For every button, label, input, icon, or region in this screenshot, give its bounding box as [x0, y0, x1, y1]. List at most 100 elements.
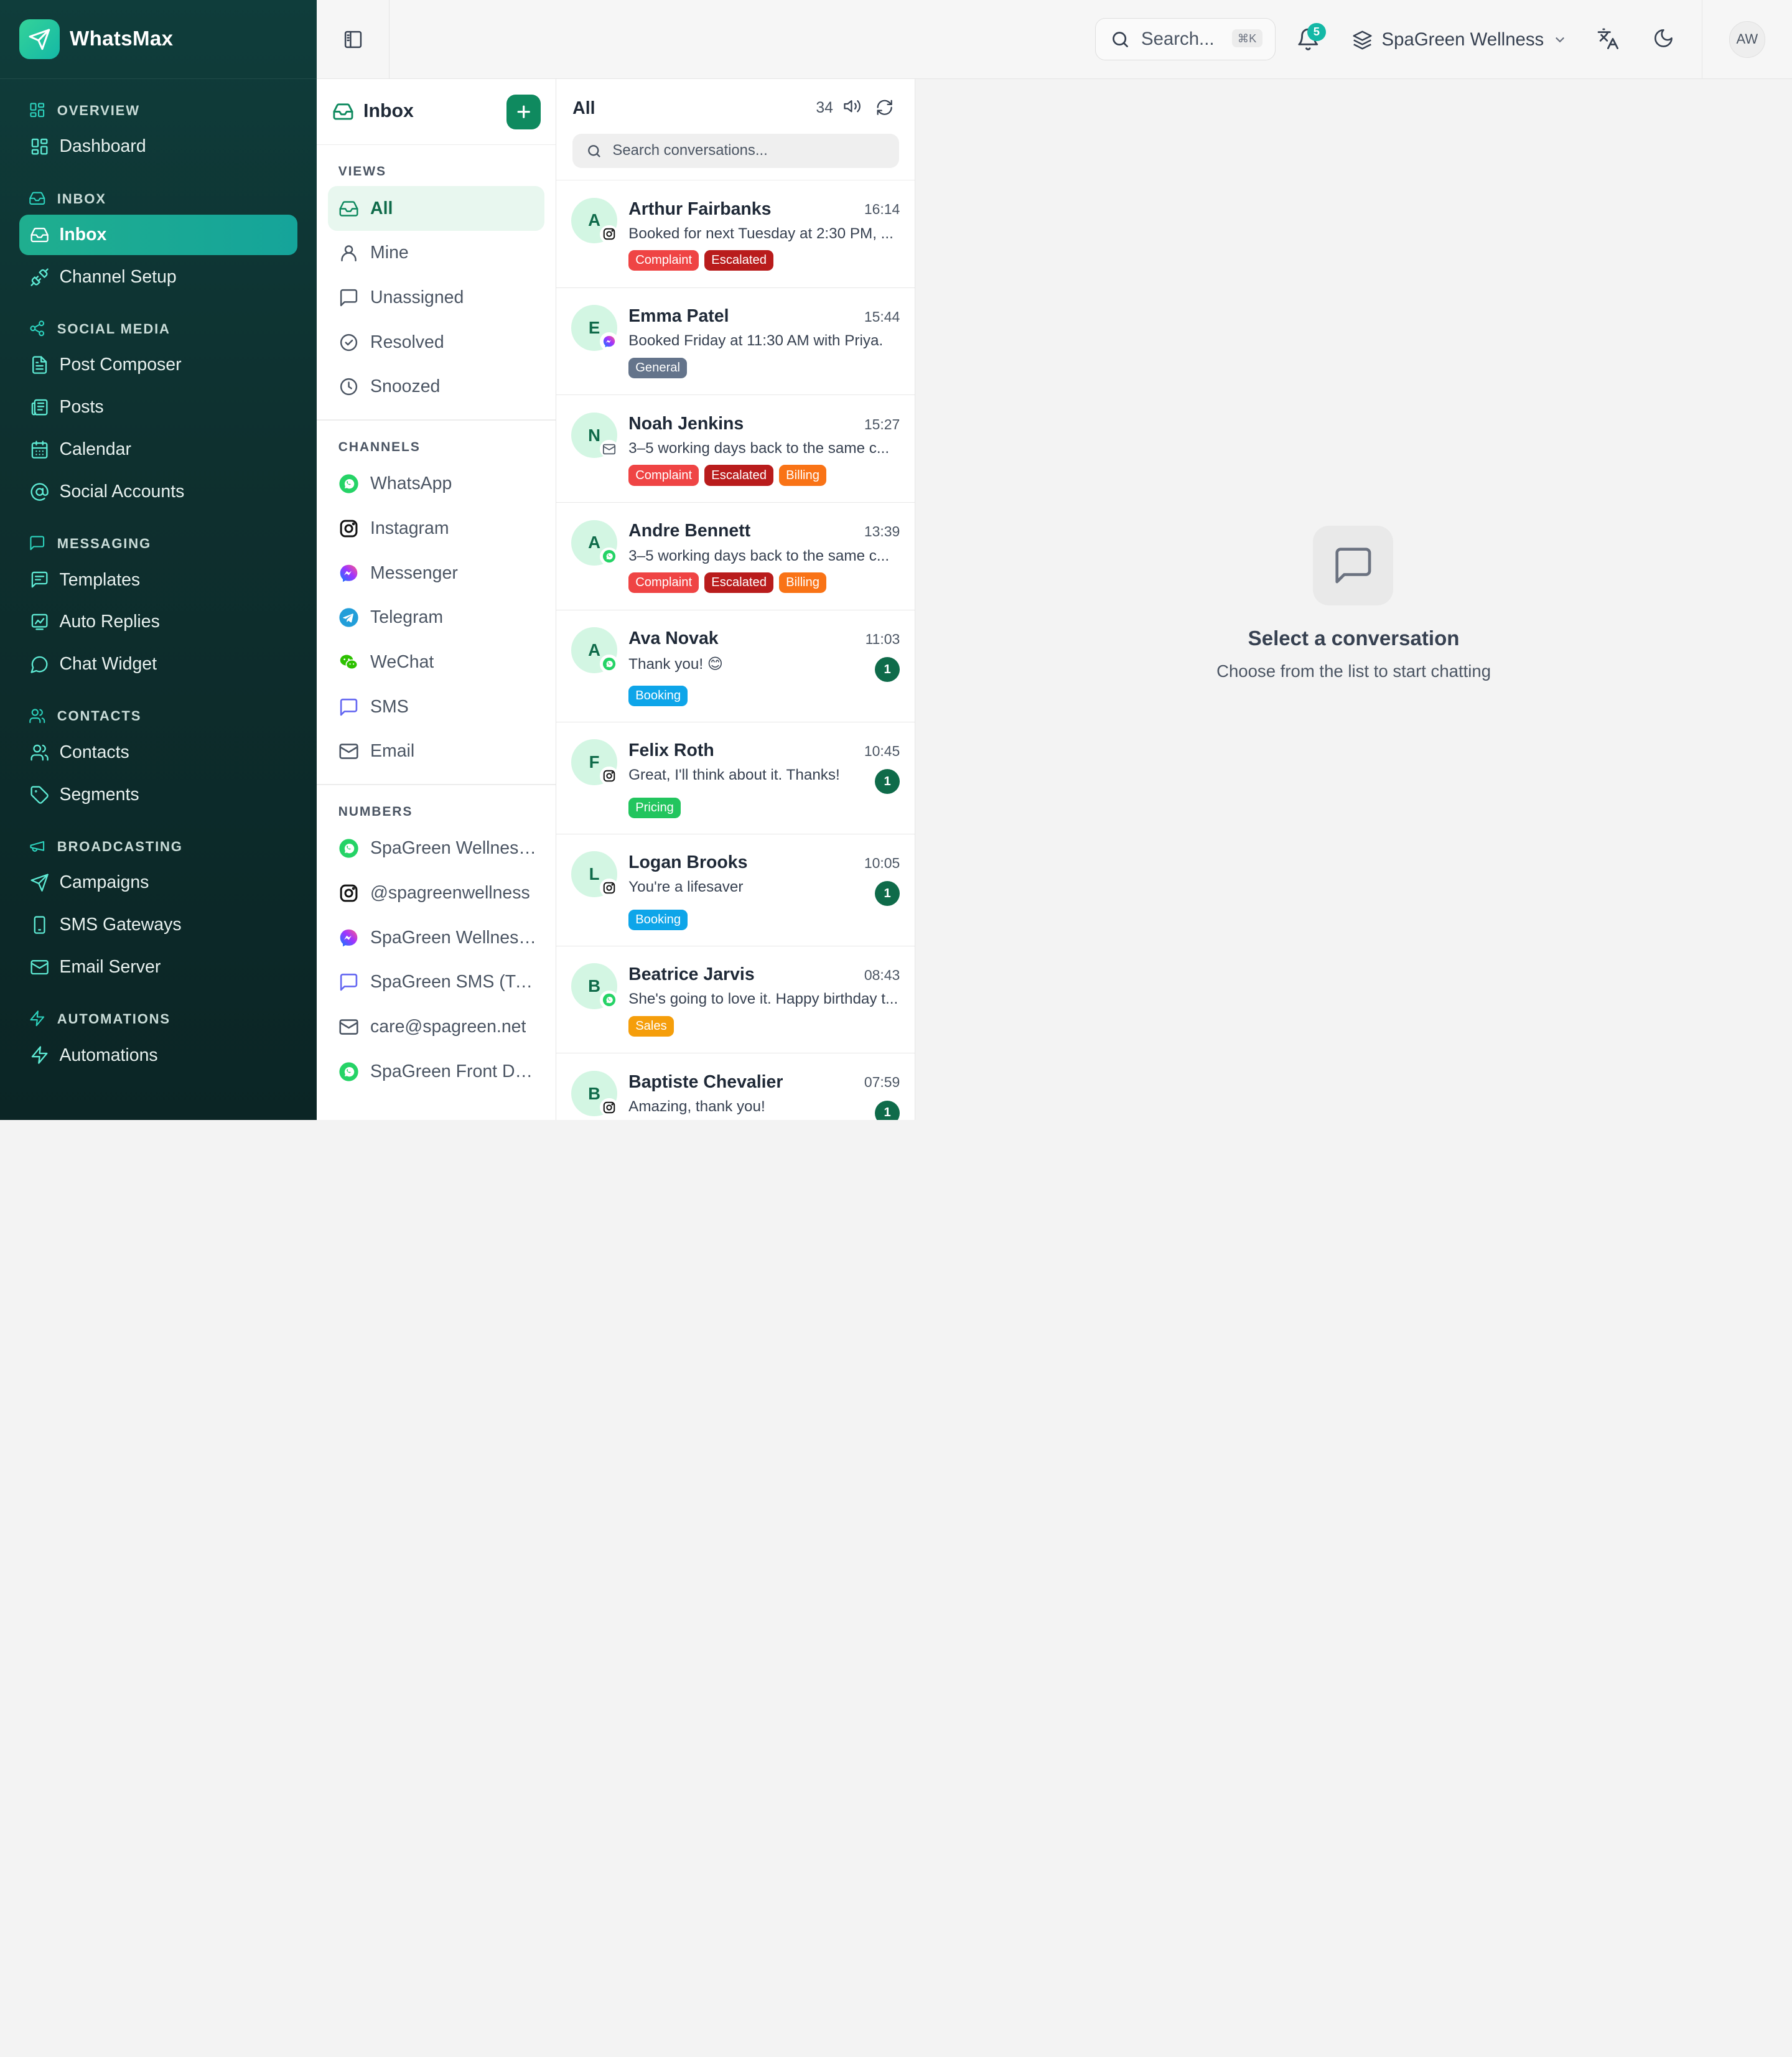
sidebar-item-post-composer[interactable]: Post Composer: [19, 345, 297, 385]
sidebar-item-inbox[interactable]: Inbox: [19, 215, 297, 255]
sidebar-item-social-accounts[interactable]: Social Accounts: [19, 472, 297, 511]
lightning-icon: [30, 1045, 49, 1065]
refresh-icon[interactable]: [875, 98, 895, 118]
sidebar-item-calendar[interactable]: Calendar: [19, 430, 297, 470]
conversation-tags: Complaint Escalated Billing: [628, 572, 827, 594]
conversation-item[interactable]: A Arthur Fairbanks 16:14 Booked for next Tu…: [556, 180, 915, 288]
global-search-input[interactable]: Search... ⌘K: [1094, 18, 1276, 61]
conversation-item[interactable]: A Ava Novak 11:03 Thank you! 😊 1 Booking: [556, 610, 915, 722]
conversation-item[interactable]: B Baptiste Chevalier 07:59 Amazing, thank y…: [556, 1053, 915, 1120]
contact-name: Beatrice Jarvis: [628, 964, 755, 985]
contact-name: Emma Patel: [628, 306, 729, 327]
number-item[interactable]: SpaGreen Front De...: [328, 1049, 544, 1094]
tag-badge-booking: Booking: [628, 909, 688, 930]
conversation-item[interactable]: L Logan Brooks 10:05 You're a lifesaver 1 Boo…: [556, 834, 915, 946]
sidebar-item-segments[interactable]: Segments: [19, 775, 297, 814]
sidebar-item-label: Auto Replies: [59, 612, 160, 632]
sidebar-toggle-button[interactable]: [317, 0, 390, 79]
plug-icon: [30, 268, 49, 287]
sidebar-item-email-server[interactable]: Email Server: [19, 947, 297, 987]
inbox-icon: [332, 101, 354, 123]
instagram-icon: [600, 1098, 618, 1117]
view-item-all[interactable]: All: [328, 186, 545, 231]
number-item[interactable]: SpaGreen Wellness...: [328, 915, 544, 960]
sidebar-item-posts[interactable]: Posts: [19, 388, 297, 427]
tag-badge-escalated: Escalated: [704, 572, 773, 594]
tag-badge-booking: Booking: [628, 685, 688, 706]
conversation-item[interactable]: N Noah Jenkins 15:27 3–5 working days back …: [556, 395, 915, 503]
channel-item-label: Messenger: [370, 562, 458, 583]
clock-icon: [338, 376, 359, 397]
channel-item-telegram[interactable]: Telegram: [328, 595, 544, 640]
number-item[interactable]: @spagreenwellness: [328, 871, 544, 916]
sidebar-item-auto-replies[interactable]: Auto Replies: [19, 602, 297, 642]
sidebar-item-sms-gateways[interactable]: SMS Gateways: [19, 905, 297, 945]
sidebar-section-title: SOCIAL MEDIA: [57, 320, 170, 337]
number-item[interactable]: SpaGreen SMS (Tw...: [328, 960, 544, 1005]
workspace-switcher[interactable]: SpaGreen Wellness: [1352, 25, 1567, 55]
view-item-resolved[interactable]: Resolved: [328, 320, 544, 365]
sidebar-section-overview: OVERVIEW: [19, 97, 297, 124]
view-item-snoozed[interactable]: Snoozed: [328, 365, 544, 409]
conversation-tags: Booking: [628, 909, 688, 930]
messenger-icon: [338, 563, 359, 584]
users-icon: [29, 707, 47, 725]
new-conversation-button[interactable]: [506, 95, 541, 129]
sidebar-item-campaigns[interactable]: Campaigns: [19, 863, 297, 903]
channel-item-sms[interactable]: SMS: [328, 684, 544, 729]
channel-item-instagram[interactable]: Instagram: [328, 506, 544, 551]
tag-icon: [30, 785, 49, 805]
app-root: WhatsMax OVERVIEW Dashboard INBOX Inbox Chan…: [0, 0, 1792, 1120]
message-time: 15:44: [864, 308, 900, 325]
sidebar: WhatsMax OVERVIEW Dashboard INBOX Inbox Chan…: [0, 0, 317, 1120]
share-icon: [29, 320, 47, 338]
message-square-icon: [1313, 525, 1393, 606]
channel-item-wechat[interactable]: WeChat: [328, 640, 544, 685]
conversation-item[interactable]: A Andre Bennett 13:39 3–5 working days back…: [556, 503, 915, 610]
sound-icon[interactable]: [843, 97, 862, 116]
check-circle-icon: [338, 332, 359, 353]
sidebar-section-messaging: MESSAGING: [19, 530, 297, 557]
sidebar-item-automations[interactable]: Automations: [19, 1035, 297, 1075]
message-preview: She's going to love it. Happy birthday t…: [628, 991, 898, 1008]
user-menu[interactable]: AW: [1701, 0, 1792, 79]
conversation-item[interactable]: F Felix Roth 10:45 Great, I'll think about …: [556, 722, 915, 834]
view-item-unassigned[interactable]: Unassigned: [328, 276, 544, 320]
channel-item-whatsapp[interactable]: WhatsApp: [328, 462, 544, 506]
contact-name: Noah Jenkins: [628, 413, 744, 434]
conversation-search-input[interactable]: Search conversations...: [572, 133, 900, 168]
view-item-mine[interactable]: Mine: [328, 231, 544, 276]
brand[interactable]: WhatsMax: [0, 0, 317, 79]
number-item[interactable]: care@spagreen.net: [328, 1005, 544, 1050]
number-item[interactable]: SpaGreen Wellness...: [328, 826, 544, 871]
instagram-icon: [338, 883, 359, 903]
sidebar-item-label: Segments: [59, 784, 139, 805]
whatsapp-icon: [338, 838, 359, 859]
dark-mode-moon-icon[interactable]: [1653, 27, 1677, 52]
numbers-list: SpaGreen Wellness... @spagreenwellness Spa…: [317, 819, 556, 1094]
conversation-item[interactable]: B Beatrice Jarvis 08:43 She's going to love…: [556, 946, 915, 1054]
channel-item-messenger[interactable]: Messenger: [328, 551, 544, 595]
sidebar-item-label: Social Accounts: [59, 482, 185, 502]
sidebar-section-automations: AUTOMATIONS: [19, 1005, 297, 1033]
sms-icon: [338, 697, 359, 717]
number-item-label: SpaGreen Front De...: [370, 1061, 538, 1081]
sidebar-item-contacts[interactable]: Contacts: [19, 732, 297, 772]
square-message-icon: [29, 534, 47, 553]
sidebar-item-chat-widget[interactable]: Chat Widget: [19, 645, 297, 684]
conversation-item[interactable]: E Emma Patel 15:44 Booked Friday at 11:30 A…: [556, 288, 915, 396]
messenger-icon: [600, 332, 618, 351]
sidebar-item-dashboard[interactable]: Dashboard: [19, 127, 297, 167]
whatsapp-icon: [600, 655, 618, 673]
sidebar-item-templates[interactable]: Templates: [19, 560, 297, 600]
sidebar-section-title: MESSAGING: [57, 536, 151, 552]
message-time: 16:14: [864, 201, 900, 218]
number-item-label: care@spagreen.net: [370, 1016, 526, 1037]
email-icon: [338, 741, 359, 762]
sidebar-item-label: Automations: [59, 1045, 158, 1065]
sidebar-item-channel-setup[interactable]: Channel Setup: [19, 257, 297, 297]
translate-icon[interactable]: [1597, 27, 1621, 52]
channel-item-email[interactable]: Email: [328, 729, 544, 774]
whatsapp-icon: [338, 473, 359, 494]
sidebar-nav: OVERVIEW Dashboard INBOX Inbox Channel Setup…: [0, 79, 317, 1075]
